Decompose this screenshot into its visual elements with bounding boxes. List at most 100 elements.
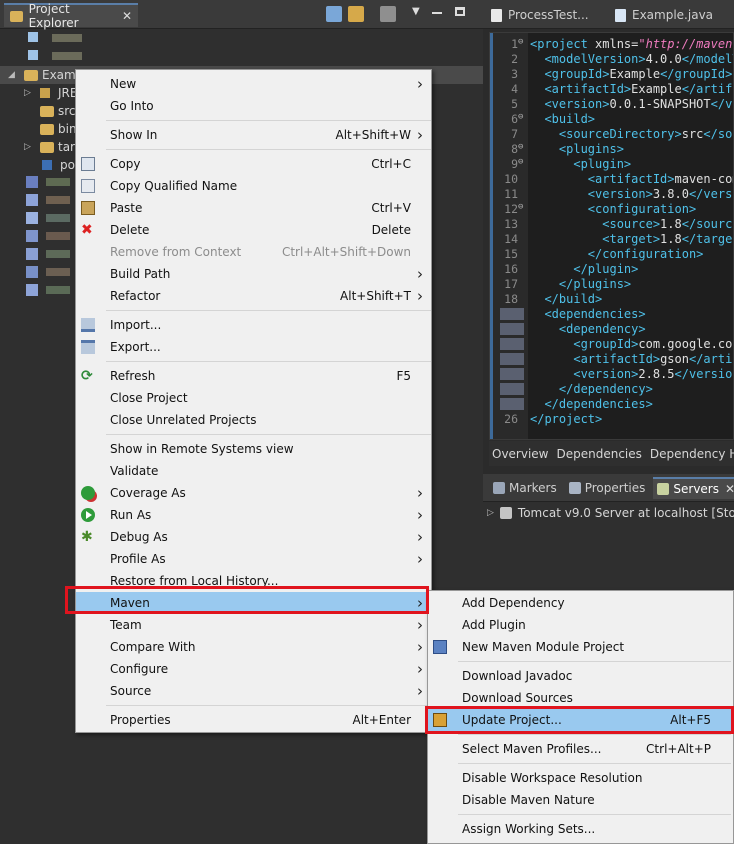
code-text: <groupId>com.google.co — [573, 337, 733, 351]
tree-row-pom[interactable]: po — [0, 156, 75, 174]
menu-item-copy-qualified-name[interactable]: Copy Qualified Name — [76, 175, 431, 197]
tab-dependencies[interactable]: Dependencies — [557, 447, 642, 461]
menu-item-new[interactable]: New › — [76, 73, 431, 95]
menu-item-label: Go Into — [110, 99, 154, 113]
line-number: 8 — [511, 142, 518, 156]
menu-item-label: Remove from Context — [110, 245, 242, 259]
editor-tab-processtest[interactable]: ProcessTest... — [491, 4, 589, 26]
pom-xml-editor[interactable]: 1⊖<project xmlns="http://maven.a2 <model… — [489, 32, 734, 440]
menu-item-import[interactable]: Import... — [76, 314, 431, 336]
tab-overview[interactable]: Overview — [492, 447, 549, 461]
library-icon — [40, 88, 50, 98]
editor-tab-label: ProcessTest... — [508, 8, 589, 22]
tree-label-pom: po — [60, 158, 75, 172]
maven-item-disable-workspace-resolution[interactable]: Disable Workspace Resolution — [428, 767, 733, 789]
maven-item-add-plugin[interactable]: Add Plugin — [428, 614, 733, 636]
menu-item-shortcut: Alt+F5 — [670, 713, 711, 727]
menu-item-refresh[interactable]: ⟳ Refresh F5 — [76, 365, 431, 387]
collapsed-arrow-icon[interactable]: ▷ — [24, 88, 36, 98]
fold-toggle-icon[interactable]: ⊖ — [518, 37, 523, 47]
menu-item-label: Disable Maven Nature — [462, 793, 595, 807]
close-icon[interactable]: ✕ — [122, 9, 132, 23]
menu-item-label: Delete — [110, 223, 150, 237]
expanded-arrow-icon[interactable]: ◢ — [8, 70, 20, 80]
code-text: <version>2.8.5</versio — [573, 367, 733, 381]
minimize-icon[interactable] — [432, 12, 442, 14]
tree-row-target[interactable]: ▷ tar — [0, 138, 75, 156]
menu-item-remove-from-context: Remove from Context Ctrl+Alt+Shift+Down — [76, 241, 431, 263]
maven-item-select-profiles[interactable]: Select Maven Profiles... Ctrl+Alt+P — [428, 738, 733, 760]
maven-item-new-module-project[interactable]: New Maven Module Project — [428, 636, 733, 658]
menu-item-build-path[interactable]: Build Path › — [76, 263, 431, 285]
link-with-editor-icon[interactable] — [348, 6, 364, 22]
tree-row-src[interactable]: src — [0, 102, 76, 120]
maven-item-download-javadoc[interactable]: Download Javadoc — [428, 665, 733, 687]
menu-item-show-in-remote-systems[interactable]: Show in Remote Systems view — [76, 438, 431, 460]
fold-toggle-icon[interactable]: ⊖ — [518, 157, 523, 167]
menu-item-profile-as[interactable]: Profile As › — [76, 548, 431, 570]
menu-item-label: Export... — [110, 340, 161, 354]
tab-properties-label: Properties — [584, 480, 646, 495]
menu-item-validate[interactable]: Validate — [76, 460, 431, 482]
menu-item-label: Download Javadoc — [462, 669, 573, 683]
maven-item-assign-working-sets[interactable]: Assign Working Sets... — [428, 818, 733, 840]
line-number: 3 — [511, 67, 518, 81]
menu-item-copy[interactable]: Copy Ctrl+C — [76, 153, 431, 175]
fold-toggle-icon[interactable]: ⊖ — [518, 202, 523, 212]
project-explorer-icon — [10, 10, 23, 22]
submenu-arrow-icon: › — [417, 265, 423, 283]
menu-item-source[interactable]: Source › — [76, 680, 431, 702]
menu-item-refactor[interactable]: Refactor Alt+Shift+T › — [76, 285, 431, 307]
submenu-arrow-icon: › — [417, 660, 423, 678]
menu-item-shortcut: F5 — [396, 369, 411, 383]
java-file-icon — [615, 8, 626, 22]
line-number: 7 — [511, 127, 518, 141]
project-explorer-tab[interactable]: Project Explorer ✕ — [4, 2, 138, 30]
line-number: 12 — [504, 202, 518, 216]
tab-properties[interactable]: Properties — [565, 477, 650, 499]
close-icon[interactable]: ✕ — [725, 482, 734, 496]
menu-item-maven[interactable]: Maven › — [76, 592, 431, 614]
tab-markers[interactable]: Markers — [489, 477, 561, 499]
code-text: <version>3.8.0</versi — [587, 187, 733, 201]
menu-item-restore-from-local-history[interactable]: Restore from Local History... — [76, 570, 431, 592]
maven-item-download-sources[interactable]: Download Sources — [428, 687, 733, 709]
submenu-arrow-icon: › — [417, 75, 423, 93]
maven-item-disable-maven-nature[interactable]: Disable Maven Nature — [428, 789, 733, 811]
maven-item-update-project[interactable]: Update Project... Alt+F5 — [428, 709, 733, 731]
menu-item-configure[interactable]: Configure › — [76, 658, 431, 680]
menu-item-go-into[interactable]: Go Into — [76, 95, 431, 117]
maximize-icon[interactable] — [455, 7, 465, 16]
server-row-tomcat[interactable]: ▷ Tomcat v9.0 Server at localhost [Stopp… — [487, 504, 734, 522]
tab-servers[interactable]: Servers ✕ — [653, 476, 734, 499]
menu-item-show-in[interactable]: Show In Alt+Shift+W › — [76, 124, 431, 146]
menu-item-delete[interactable]: ✖ Delete Delete — [76, 219, 431, 241]
fold-toggle-icon[interactable]: ⊖ — [518, 112, 523, 122]
menu-item-paste[interactable]: Paste Ctrl+V — [76, 197, 431, 219]
tree-row-jre[interactable]: ▷ JRE — [0, 84, 77, 102]
menu-item-compare-with[interactable]: Compare With › — [76, 636, 431, 658]
menu-item-close-unrelated-projects[interactable]: Close Unrelated Projects — [76, 409, 431, 431]
menu-item-close-project[interactable]: Close Project — [76, 387, 431, 409]
filter-icon[interactable] — [380, 6, 396, 22]
menu-item-debug-as[interactable]: ✱ Debug As › — [76, 526, 431, 548]
maven-item-add-dependency[interactable]: Add Dependency — [428, 592, 733, 614]
editor-tab-example-java[interactable]: Example.java — [615, 4, 713, 26]
collapsed-arrow-icon[interactable]: ▷ — [487, 508, 494, 518]
tree-row-bin[interactable]: bin — [0, 120, 77, 138]
menu-item-run-as[interactable]: Run As › — [76, 504, 431, 526]
menu-item-export[interactable]: Export... — [76, 336, 431, 358]
tab-dependency-hierarchy[interactable]: Dependency Hierar — [650, 447, 734, 461]
menu-item-properties[interactable]: Properties Alt+Enter — [76, 709, 431, 731]
menu-item-label: Show In — [110, 128, 158, 142]
fold-toggle-icon[interactable]: ⊖ — [518, 142, 523, 152]
menu-item-team[interactable]: Team › — [76, 614, 431, 636]
menu-item-label: Copy — [110, 157, 141, 171]
menu-item-coverage-as[interactable]: Coverage As › — [76, 482, 431, 504]
collapsed-arrow-icon[interactable]: ▷ — [24, 142, 36, 152]
view-menu-chevron-down-icon[interactable]: ▼ — [412, 6, 420, 17]
collapse-all-icon[interactable] — [326, 6, 342, 22]
menu-item-label: Restore from Local History... — [110, 574, 279, 588]
project-folder-icon — [24, 69, 38, 81]
line-number: 17 — [504, 277, 518, 291]
